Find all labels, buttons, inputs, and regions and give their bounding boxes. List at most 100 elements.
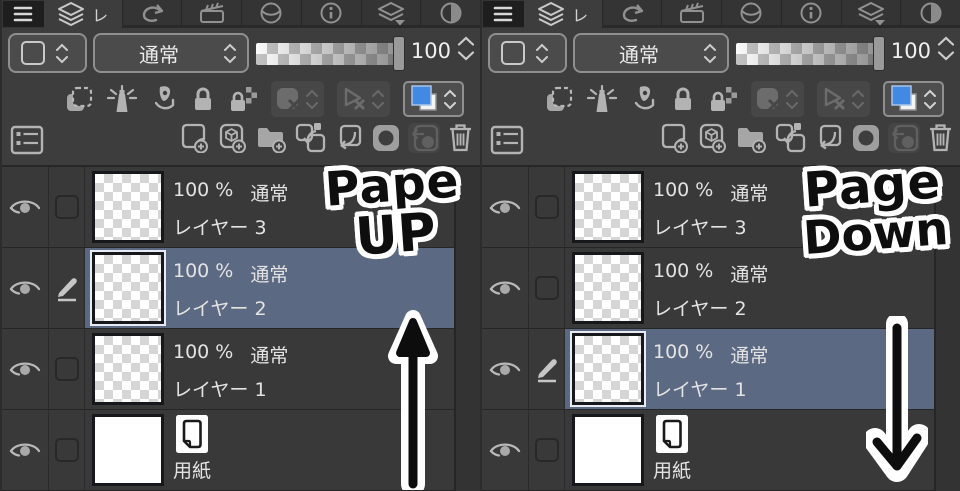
layer-row[interactable]: 100 % 通常 レイヤー 2 [2, 248, 454, 329]
tab-layer[interactable]: レ [523, 0, 602, 28]
layer-checkbox[interactable] [54, 195, 79, 219]
edit-target-cell[interactable] [49, 167, 85, 247]
layer-checkbox[interactable] [54, 438, 79, 462]
opacity-slider[interactable] [736, 43, 874, 65]
ruler-range-button[interactable] [337, 81, 390, 117]
new-vector-layer-button[interactable] [217, 122, 248, 153]
layer-list-scroll-area[interactable] [936, 165, 960, 491]
reference-layer-button[interactable] [587, 85, 617, 113]
visibility-cell[interactable] [482, 248, 529, 328]
transfer-to-below-button[interactable] [774, 122, 807, 153]
apply-mask-button[interactable] [888, 122, 920, 153]
edit-target-cell[interactable] [529, 410, 565, 490]
delete-layer-button[interactable] [927, 122, 954, 153]
tab-information[interactable] [300, 0, 361, 28]
lock-layer-button[interactable] [191, 85, 215, 113]
layer-thumbnail[interactable] [92, 414, 164, 486]
lock-layer-button[interactable] [671, 85, 695, 113]
new-raster-layer-button[interactable] [659, 122, 690, 153]
edit-target-cell[interactable] [529, 167, 565, 247]
merge-with-below-button[interactable] [334, 123, 364, 153]
clip-to-layer-below-button[interactable] [64, 86, 94, 113]
layer-row-content[interactable]: 100 % 通常 レイヤー 3 [85, 167, 454, 247]
visibility-cell[interactable] [482, 410, 529, 490]
new-raster-layer-button[interactable] [179, 122, 210, 153]
visibility-cell[interactable] [482, 167, 529, 247]
layer-checkbox[interactable] [54, 357, 79, 381]
visibility-cell[interactable] [2, 329, 49, 409]
layer-row[interactable]: 100 % 通常 レイヤー 3 [482, 167, 934, 248]
apply-mask-button[interactable] [408, 122, 440, 153]
layer-row-content[interactable]: 用紙 [85, 410, 454, 490]
palette-options-button[interactable] [490, 125, 524, 155]
edit-target-cell[interactable] [529, 248, 565, 328]
layer-checkbox[interactable] [534, 276, 559, 300]
layer-row-content[interactable]: 用紙 [565, 410, 934, 490]
visibility-cell[interactable] [2, 410, 49, 490]
delete-layer-button[interactable] [447, 122, 474, 153]
palette-menu-button[interactable] [3, 1, 44, 27]
create-mask-button[interactable] [851, 123, 881, 153]
visibility-cell[interactable] [2, 167, 49, 247]
reference-layer-button[interactable] [107, 85, 137, 113]
tab-undo[interactable] [601, 0, 662, 28]
visibility-cell[interactable] [2, 248, 49, 328]
opacity-stepper[interactable] [457, 36, 475, 61]
layer-row[interactable]: 100 % 通常 レイヤー 1 [482, 329, 934, 410]
opacity-slider[interactable] [256, 43, 394, 65]
edit-target-cell[interactable] [49, 410, 85, 490]
new-folder-button[interactable] [255, 123, 287, 153]
layer-row-content[interactable]: 100 % 通常 レイヤー 1 [85, 329, 454, 409]
layer-thumbnail[interactable] [572, 333, 644, 405]
edit-target-cell[interactable] [529, 329, 565, 409]
layer-thumbnail[interactable] [572, 171, 644, 243]
clip-to-layer-below-button[interactable] [544, 86, 574, 113]
tab-tone[interactable] [420, 0, 480, 28]
draft-layer-button[interactable] [150, 85, 178, 113]
new-folder-button[interactable] [735, 123, 767, 153]
opacity-slider-handle[interactable] [873, 36, 885, 71]
transfer-to-below-button[interactable] [294, 122, 327, 153]
tab-material[interactable] [241, 0, 301, 28]
tab-layer-property[interactable] [360, 0, 421, 28]
layer-row[interactable]: 100 % 通常 レイヤー 3 [2, 167, 454, 248]
visibility-cell[interactable] [482, 329, 529, 409]
tab-material[interactable] [721, 0, 781, 28]
layer-thumbnail[interactable] [92, 171, 164, 243]
layer-list-scroll-area[interactable] [456, 165, 480, 491]
tab-layer-property[interactable] [840, 0, 901, 28]
palette-color-button[interactable] [488, 33, 567, 73]
layer-row-content[interactable]: 100 % 通常 レイヤー 2 [565, 248, 934, 328]
tab-tone[interactable] [900, 0, 960, 28]
layer-color-button[interactable] [883, 81, 944, 117]
edit-target-cell[interactable] [49, 248, 85, 328]
blend-mode-dropdown[interactable]: 通常 [573, 33, 729, 73]
layer-checkbox[interactable] [534, 195, 559, 219]
layer-checkbox[interactable] [534, 438, 559, 462]
tab-information[interactable] [780, 0, 841, 28]
palette-menu-button[interactable] [483, 1, 524, 27]
layer-row-content[interactable]: 100 % 通常 レイヤー 2 [85, 248, 454, 328]
opacity-stepper[interactable] [937, 36, 955, 61]
new-vector-layer-button[interactable] [697, 122, 728, 153]
draft-layer-button[interactable] [630, 85, 658, 113]
tab-undo[interactable] [121, 0, 182, 28]
edit-target-cell[interactable] [49, 329, 85, 409]
create-mask-button[interactable] [371, 123, 401, 153]
lock-transparent-pixels-button[interactable] [708, 85, 738, 113]
layer-row[interactable]: 100 % 通常 レイヤー 1 [2, 329, 454, 410]
palette-color-button[interactable] [8, 33, 87, 73]
layer-row-content[interactable]: 100 % 通常 レイヤー 3 [565, 167, 934, 247]
enable-mask-button[interactable] [271, 81, 324, 117]
ruler-range-button[interactable] [817, 81, 870, 117]
layer-thumbnail[interactable] [572, 414, 644, 486]
palette-options-button[interactable] [10, 125, 44, 155]
layer-row[interactable]: 用紙 [482, 410, 934, 491]
tab-timeline[interactable] [181, 0, 241, 28]
layer-row[interactable]: 用紙 [2, 410, 454, 491]
opacity-slider-handle[interactable] [393, 36, 405, 71]
layer-row-content[interactable]: 100 % 通常 レイヤー 1 [565, 329, 934, 409]
tab-layer[interactable]: レ [43, 0, 122, 28]
blend-mode-dropdown[interactable]: 通常 [93, 33, 249, 73]
enable-mask-button[interactable] [751, 81, 804, 117]
